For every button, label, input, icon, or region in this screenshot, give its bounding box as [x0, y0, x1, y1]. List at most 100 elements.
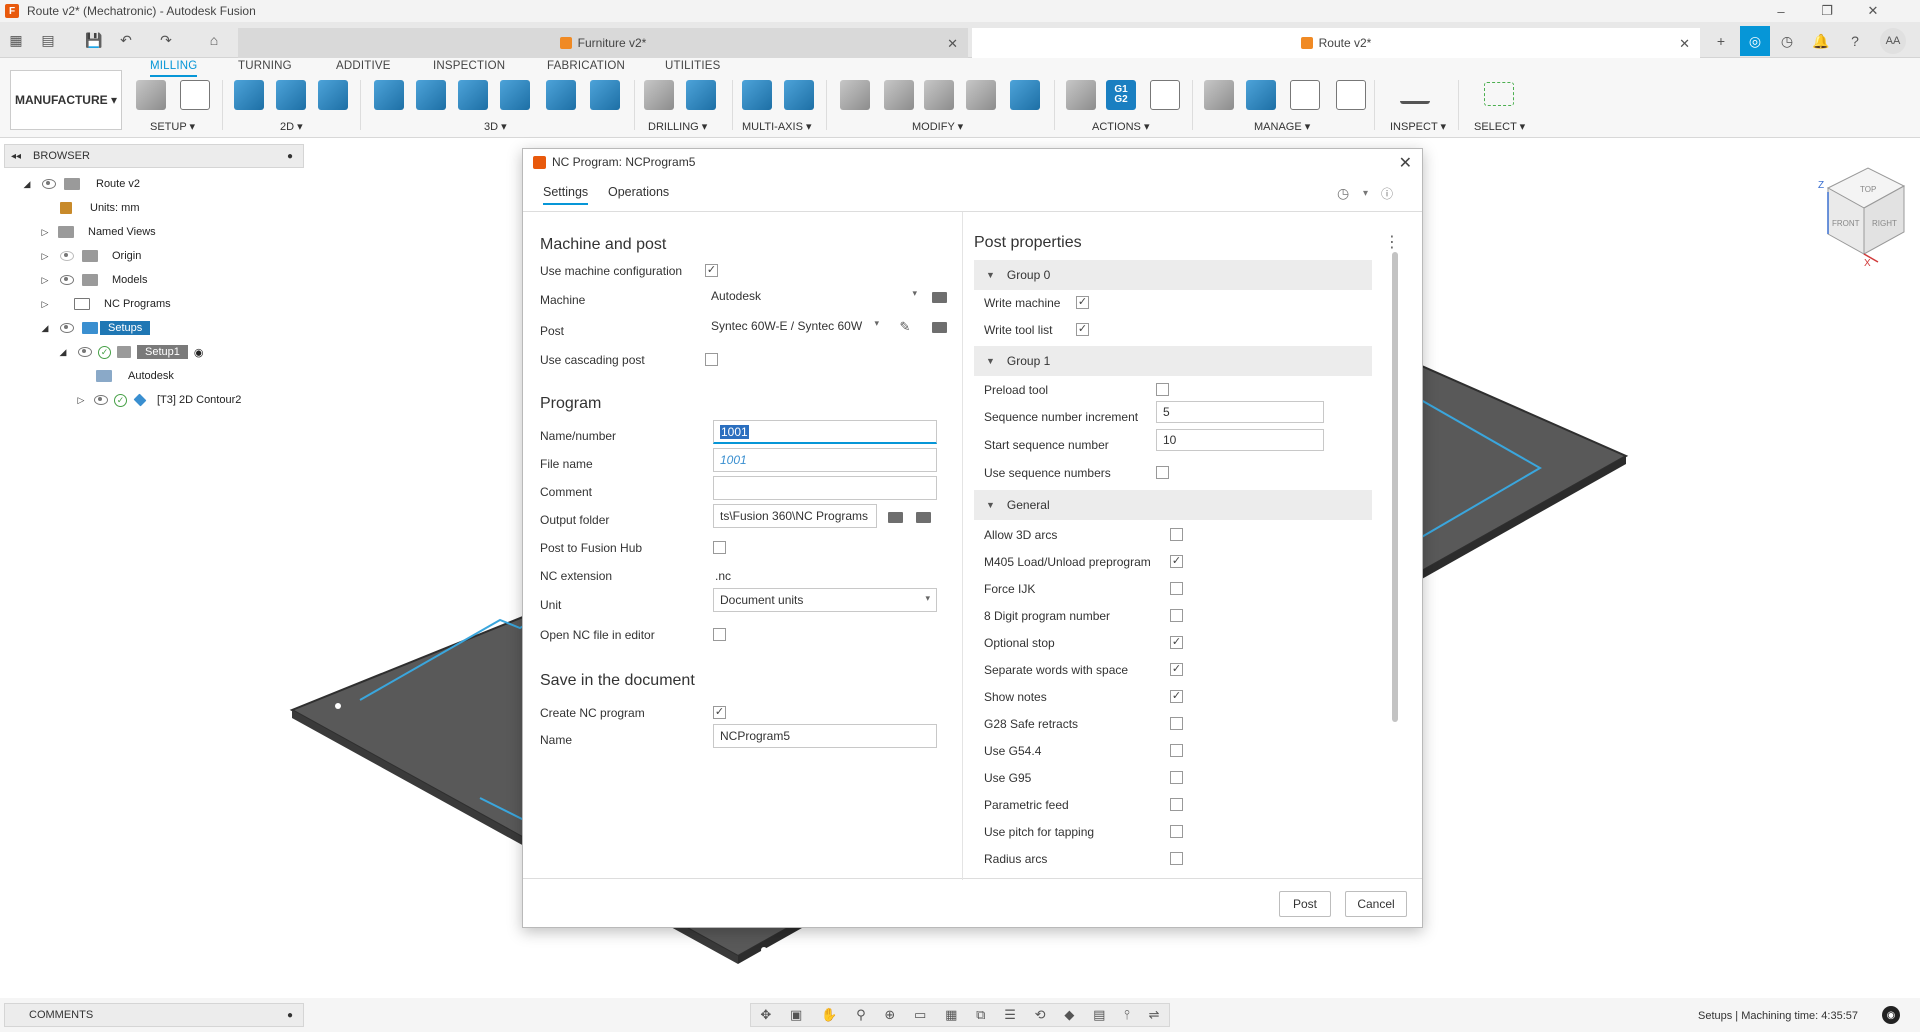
nc-program-icon[interactable]	[180, 80, 210, 110]
group-drilling[interactable]: DRILLING ▾	[648, 120, 707, 133]
general-property-checkbox[interactable]	[1170, 825, 1183, 838]
group-manage[interactable]: MANAGE ▾	[1254, 120, 1310, 133]
create-nc-program-checkbox[interactable]: ✓	[713, 706, 726, 719]
doc-tab-furniture[interactable]: Furniture v2* ✕	[238, 28, 968, 58]
swarf-icon[interactable]	[742, 80, 772, 110]
view-cube[interactable]: TOP FRONT RIGHT Z X	[1808, 158, 1908, 268]
post-library-icon[interactable]	[1290, 80, 1320, 110]
write-tool-list-checkbox[interactable]: ✓	[1076, 323, 1089, 336]
group-setup[interactable]: SETUP ▾	[150, 120, 195, 133]
tree-item-root[interactable]: ◢ Route v2	[22, 174, 140, 194]
tree-item-models[interactable]: ▷ Models	[40, 270, 147, 290]
templates-icon[interactable]	[1336, 80, 1366, 110]
tree-item-autodesk[interactable]: Autodesk	[96, 366, 174, 386]
close-tab-icon[interactable]: ✕	[947, 36, 958, 52]
general-property-checkbox[interactable]	[1170, 771, 1183, 784]
close-window-button[interactable]: ✕	[1850, 0, 1896, 22]
seq-increment-input[interactable]: 5	[1156, 401, 1324, 423]
visibility-eye-icon[interactable]	[78, 347, 92, 357]
fit-icon[interactable]: ⊕	[884, 1007, 895, 1023]
steep-shallow-icon[interactable]	[458, 80, 488, 110]
group-2d[interactable]: 2D ▾	[280, 120, 303, 133]
tree-item-setup1[interactable]: ◢ ✓ Setup1 ◉	[58, 342, 203, 362]
comments-panel-header[interactable]: COMMENTS ●	[4, 1003, 304, 1027]
edit-post-icon[interactable]: ✎	[897, 319, 913, 334]
visibility-eye-icon[interactable]	[60, 275, 74, 285]
home-icon[interactable]: ⌂	[204, 30, 224, 50]
help-icon[interactable]: ?	[1840, 26, 1870, 56]
zoom-icon[interactable]: ⚲	[856, 1007, 866, 1023]
general-property-checkbox[interactable]	[1170, 798, 1183, 811]
environment-icon[interactable]: ▤	[1093, 1007, 1105, 1023]
post-button[interactable]: Post	[1279, 891, 1331, 917]
output-folder-input[interactable]: ts\Fusion 360\NC Programs	[713, 504, 877, 528]
3d-pocket-icon[interactable]	[416, 80, 446, 110]
post-properties-scrollbar[interactable]	[1392, 252, 1398, 722]
open-folder-icon[interactable]	[887, 510, 903, 524]
general-property-checkbox[interactable]	[1170, 528, 1183, 541]
tab-operations[interactable]: Operations	[608, 185, 669, 203]
face-icon[interactable]	[318, 80, 348, 110]
orbit-icon[interactable]: ✥	[760, 1007, 771, 1023]
effects-icon[interactable]: ◆	[1064, 1007, 1074, 1023]
group-3d[interactable]: 3D ▾	[484, 120, 507, 133]
post-process-icon[interactable]: G1 G2	[1106, 80, 1136, 110]
start-seq-input[interactable]: 10	[1156, 429, 1324, 451]
comment-input[interactable]	[713, 476, 937, 500]
expand-icon[interactable]: ▷	[40, 227, 50, 237]
hole-recognition-icon[interactable]	[686, 80, 716, 110]
toolpath-display-icon[interactable]: ⇌	[1149, 1007, 1160, 1023]
2d-pocket-icon[interactable]	[276, 80, 306, 110]
history-icon[interactable]: ◷	[1337, 185, 1349, 202]
comments-pin-icon[interactable]: ●	[287, 1010, 293, 1021]
user-avatar[interactable]: AA	[1880, 28, 1906, 54]
general-property-checkbox[interactable]	[1170, 852, 1183, 865]
general-property-checkbox[interactable]: ✓	[1170, 663, 1183, 676]
cancel-button[interactable]: Cancel	[1345, 891, 1407, 917]
unit-select[interactable]: Document units	[713, 588, 937, 612]
2d-adaptive-icon[interactable]	[234, 80, 264, 110]
general-property-checkbox[interactable]	[1170, 717, 1183, 730]
new-tab-icon[interactable]: +	[1706, 26, 1736, 56]
tree-item-setups[interactable]: ◢ Setups	[40, 318, 151, 338]
drill-icon[interactable]	[644, 80, 674, 110]
history-dropdown-icon[interactable]: ▾	[1363, 188, 1368, 199]
notifications-icon[interactable]: 🔔	[1806, 26, 1836, 56]
select-window-icon[interactable]	[1484, 82, 1514, 106]
visibility-eye-icon[interactable]	[60, 323, 74, 333]
redo-icon[interactable]: ↷	[156, 30, 176, 50]
program-name-input[interactable]: NCProgram5	[713, 724, 937, 748]
open-editor-checkbox[interactable]	[713, 628, 726, 641]
close-tab-icon[interactable]: ✕	[1679, 36, 1690, 52]
setup-icon[interactable]	[136, 80, 166, 110]
contour-3d-icon[interactable]	[590, 80, 620, 110]
general-property-checkbox[interactable]: ✓	[1170, 555, 1183, 568]
general-property-checkbox[interactable]	[1170, 744, 1183, 757]
post-to-hub-checkbox[interactable]	[713, 541, 726, 554]
group1-header[interactable]: ▼ Group 1	[974, 346, 1372, 376]
trim-icon[interactable]	[840, 80, 870, 110]
camera-icon[interactable]: ⟲	[1035, 1007, 1046, 1023]
job-status-icon[interactable]: ◷	[1772, 26, 1802, 56]
object-visibility-icon[interactable]: ☰	[1004, 1007, 1016, 1023]
tab-settings[interactable]: Settings	[543, 185, 589, 205]
group-multi-axis[interactable]: MULTI-AXIS ▾	[742, 120, 812, 133]
3d-adaptive-icon[interactable]	[374, 80, 404, 110]
expand-icon[interactable]: ◢	[22, 179, 32, 189]
tool-display-icon[interactable]: ⫯	[1124, 1007, 1130, 1023]
dialog-help-icon[interactable]: ⓘ	[1381, 185, 1393, 202]
write-machine-checkbox[interactable]: ✓	[1076, 296, 1089, 309]
workspace-selector[interactable]: MANUFACTURE ▾	[10, 70, 122, 130]
tab-milling[interactable]: MILLING	[150, 60, 198, 77]
tree-item-named-views[interactable]: ▷ Named Views	[40, 222, 156, 242]
tab-fabrication[interactable]: FABRICATION	[547, 60, 625, 72]
multi-axis-contour-icon[interactable]	[784, 80, 814, 110]
maximize-button[interactable]: ❐	[1804, 0, 1850, 22]
expand-icon[interactable]: ▷	[40, 275, 50, 285]
general-header[interactable]: ▼ General	[974, 490, 1372, 520]
status-indicator-icon[interactable]: ◉	[1882, 1006, 1900, 1024]
post-select[interactable]: Syntec 60W-E / Syntec 60W	[705, 314, 885, 338]
file-menu-icon[interactable]: ▤	[38, 30, 58, 50]
browse-folder-icon[interactable]	[915, 510, 931, 524]
app-grid-icon[interactable]: ▦	[6, 30, 26, 50]
